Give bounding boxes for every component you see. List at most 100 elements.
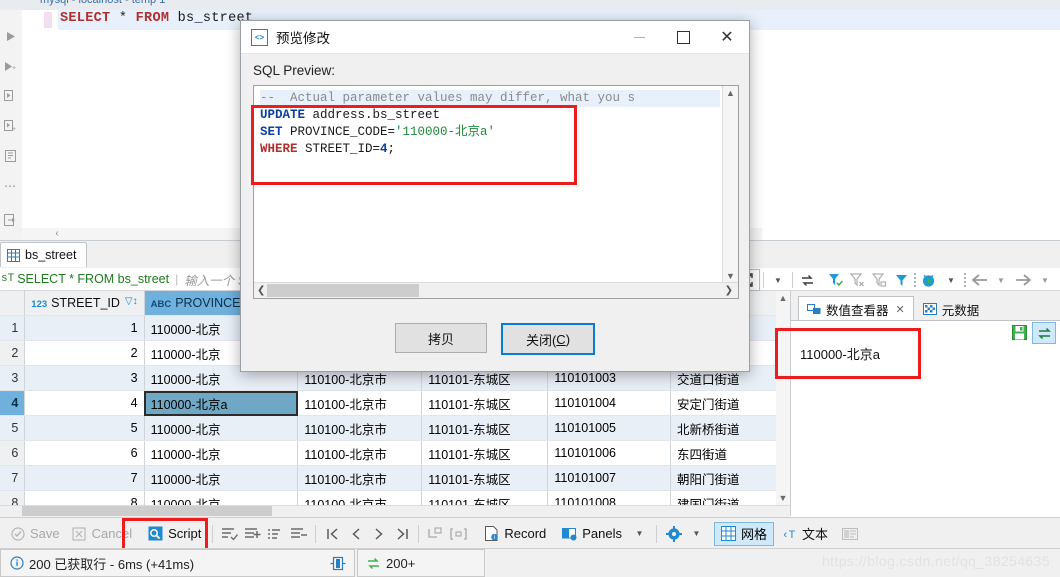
- record-view-icon[interactable]: [838, 522, 861, 545]
- duplicate-row-icon[interactable]: [264, 522, 287, 545]
- refresh-icon[interactable]: [796, 269, 818, 291]
- execute-script-new-tab-icon[interactable]: +: [0, 114, 20, 138]
- last-row-icon[interactable]: [390, 522, 413, 545]
- grid-cell-street-id[interactable]: 4: [24, 390, 145, 416]
- grid-cell-street-name[interactable]: 北新桥街道: [670, 415, 790, 441]
- sql-hscroll-thumb[interactable]: [267, 284, 420, 297]
- record-button[interactable]: i Record: [478, 521, 552, 547]
- fetch-all-rows-icon[interactable]: [447, 522, 470, 545]
- row-header-number[interactable]: 4: [0, 390, 26, 416]
- grid-hscroll-thumb[interactable]: [22, 506, 272, 516]
- fetch-next-page-icon[interactable]: [424, 522, 447, 545]
- copy-button[interactable]: 拷贝: [395, 323, 487, 353]
- execute-statement-icon[interactable]: [0, 24, 20, 48]
- dropdown-caret-icon[interactable]: ▼: [767, 269, 789, 291]
- tab-metadata[interactable]: 元数据: [914, 296, 989, 321]
- value-viewer-text[interactable]: 110000-北京a: [800, 344, 880, 363]
- close-icon[interactable]: ✕: [896, 303, 905, 316]
- grid-cell-street-id[interactable]: 2: [24, 340, 145, 366]
- delete-row-icon[interactable]: [287, 522, 310, 545]
- panels-button[interactable]: Panels: [556, 521, 628, 547]
- filter-clear-icon[interactable]: [846, 269, 868, 291]
- export-results-icon[interactable]: [0, 208, 20, 232]
- grid-scroll-down-arrow[interactable]: ▼: [776, 491, 790, 505]
- grid-cell-province-code[interactable]: 110000-北京: [144, 440, 299, 466]
- explain-plan-icon[interactable]: [0, 144, 20, 168]
- result-tab-bs-street[interactable]: bs_street: [0, 242, 88, 267]
- status-row-count[interactable]: 200+: [357, 549, 485, 577]
- filter-save-icon[interactable]: [868, 269, 890, 291]
- execute-script-icon[interactable]: [0, 84, 20, 108]
- add-row-icon[interactable]: [241, 522, 264, 545]
- grid-cell-street-id[interactable]: 1: [24, 315, 145, 341]
- grid-cell-street-code[interactable]: 110101004: [547, 390, 671, 416]
- grid-cell-city-code[interactable]: 110100-北京市: [297, 465, 423, 491]
- forward-icon[interactable]: [1012, 269, 1034, 291]
- row-header-number[interactable]: 3: [0, 365, 26, 391]
- table-row[interactable]: 5 5 110000-北京 110100-北京市 110101-东城区 110101005…: [0, 415, 790, 441]
- editor-code-line[interactable]: SELECT * FROM bs_street: [60, 11, 253, 26]
- forward-caret-icon[interactable]: ▼: [1034, 269, 1056, 291]
- sql-preview-vertical-scrollbar[interactable]: ▲ ▼: [722, 86, 738, 283]
- prev-row-icon[interactable]: [344, 522, 367, 545]
- grid-scroll-up-arrow[interactable]: ▲: [776, 291, 790, 305]
- back-caret-icon[interactable]: ▼: [990, 269, 1012, 291]
- grid-cell-province-code[interactable]: 110000-北京: [144, 465, 299, 491]
- close-button[interactable]: ✕: [705, 22, 749, 53]
- row-header-number[interactable]: 1: [0, 315, 26, 341]
- auto-refresh-caret-icon[interactable]: ▼: [940, 269, 962, 291]
- gear-caret-icon[interactable]: ▼: [685, 522, 708, 545]
- grid-cell-street-name[interactable]: 朝阳门街道: [670, 465, 790, 491]
- grid-cell-province-code[interactable]: 110000-北京a: [144, 390, 299, 416]
- grid-cell-city-code[interactable]: 110100-北京市: [297, 440, 423, 466]
- grid-cell-area-code[interactable]: 110101-东城区: [421, 415, 549, 441]
- row-header-number[interactable]: 2: [0, 340, 26, 366]
- grid-cell-street-code[interactable]: 110101006: [547, 440, 671, 466]
- row-header-number[interactable]: 5: [0, 415, 26, 441]
- close-dialog-button[interactable]: 关闭(C): [501, 323, 595, 355]
- grid-cell-street-name[interactable]: 安定门街道: [670, 390, 790, 416]
- table-row[interactable]: 7 7 110000-北京 110100-北京市 110101-东城区 110101007…: [0, 465, 790, 491]
- grid-cell-city-code[interactable]: 110100-北京市: [297, 415, 423, 441]
- execute-new-tab-icon[interactable]: +: [0, 54, 20, 78]
- maximize-button[interactable]: [661, 22, 705, 53]
- editor-scroll-left-arrow[interactable]: ‹: [50, 228, 64, 240]
- grid-cell-province-code[interactable]: 110000-北京: [144, 415, 299, 441]
- grid-cell-street-code[interactable]: 110101007: [547, 465, 671, 491]
- sort-filter-icon[interactable]: ▽↕: [125, 296, 138, 307]
- apply-changes-icon[interactable]: [218, 522, 241, 545]
- grid-cell-city-code[interactable]: 110100-北京市: [297, 390, 423, 416]
- more-options-icon[interactable]: ⋯: [0, 174, 20, 198]
- table-row[interactable]: 6 6 110000-北京 110100-北京市 110101-东城区 110101006…: [0, 440, 790, 466]
- save-value-icon[interactable]: [1008, 322, 1030, 342]
- filter-apply-icon[interactable]: [824, 269, 846, 291]
- grid-cell-street-name[interactable]: 东四街道: [670, 440, 790, 466]
- gear-icon[interactable]: [662, 522, 685, 545]
- row-header-number[interactable]: 7: [0, 465, 26, 491]
- split-panel-icon[interactable]: [330, 556, 346, 571]
- grid-cell-street-id[interactable]: 3: [24, 365, 145, 391]
- filter-icon[interactable]: [890, 269, 912, 291]
- tab-value-viewer[interactable]: 数值查看器 ✕: [798, 296, 914, 321]
- grid-cell-area-code[interactable]: 110101-东城区: [421, 440, 549, 466]
- grid-column-header-street-id[interactable]: 123 STREET_ID ▽↕: [24, 291, 145, 316]
- grid-cell-street-id[interactable]: 7: [24, 465, 145, 491]
- sql-scroll-left-arrow[interactable]: ❮: [257, 285, 265, 296]
- grid-cell-street-code[interactable]: 110101005: [547, 415, 671, 441]
- grid-vertical-scrollbar[interactable]: ▲ ▼: [776, 291, 790, 505]
- view-grid-toggle[interactable]: 网格: [714, 521, 775, 546]
- minimize-button[interactable]: [617, 22, 661, 53]
- sql-scroll-right-arrow[interactable]: ❯: [725, 285, 733, 296]
- sql-scroll-down-arrow[interactable]: ▼: [723, 271, 738, 281]
- word-wrap-icon[interactable]: [1032, 322, 1056, 344]
- back-icon[interactable]: [968, 269, 990, 291]
- grid-cell-street-id[interactable]: 5: [24, 415, 145, 441]
- dialog-title-bar[interactable]: <> 预览修改 ✕: [241, 21, 749, 54]
- grid-cell-area-code[interactable]: 110101-东城区: [421, 465, 549, 491]
- first-row-icon[interactable]: [321, 522, 344, 545]
- panels-caret-icon[interactable]: ▼: [628, 522, 651, 545]
- sql-preview-horizontal-scrollbar[interactable]: ❮ ❯: [254, 282, 738, 298]
- save-button[interactable]: Save: [4, 521, 66, 547]
- row-header-number[interactable]: 6: [0, 440, 26, 466]
- grid-cell-street-id[interactable]: 6: [24, 440, 145, 466]
